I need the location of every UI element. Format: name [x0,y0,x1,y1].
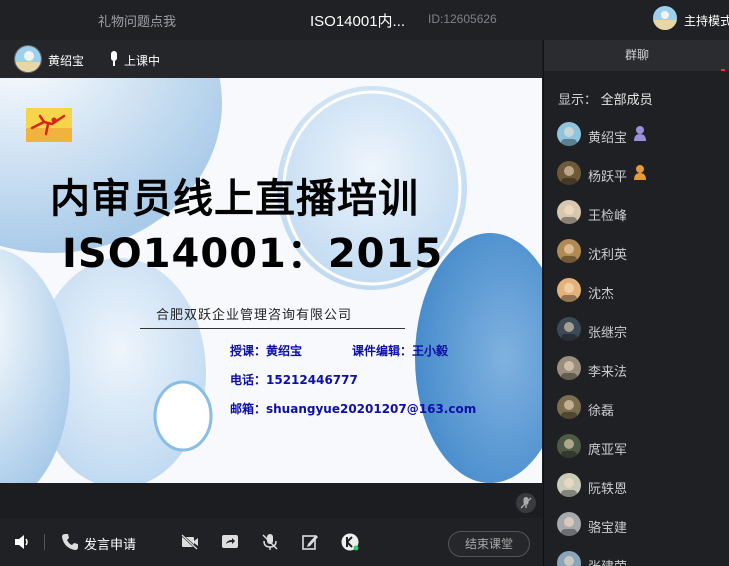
avatar-icon [557,356,581,380]
avatar-beach-icon [15,46,41,72]
presenter-name: 黄绍宝 [48,54,85,68]
host-badge-icon [634,126,646,141]
avatar-icon [557,473,581,497]
host-mode-label[interactable]: 主持模式 [684,12,729,29]
toolbar-separator [44,534,45,550]
member-name: 张建荣 [588,556,627,566]
member-item[interactable]: 黄绍宝 [544,120,729,159]
avatar-icon [557,239,581,263]
slide-subtitle: ISO14001：2015 [62,231,444,277]
tab-group-chat[interactable]: 群聊 [544,40,729,71]
video-header: 黄绍宝 上课中 [0,40,542,78]
member-item[interactable]: 杨跃平 [544,159,729,198]
video-bottom-bar [0,483,542,518]
avatar-icon [557,122,581,146]
microphone-muted-icon[interactable] [260,532,280,552]
dancer-logo-icon [26,108,72,142]
member-filter[interactable]: 显示： 全部成员 [558,89,653,108]
member-item[interactable]: 阮轶恩 [544,471,729,510]
member-item[interactable]: 沈利英 [544,237,729,276]
member-name: 黄绍宝 [588,130,628,145]
member-name: 王检峰 [588,208,628,223]
mute-toggle[interactable] [516,493,536,513]
camera-off-icon[interactable] [180,532,200,552]
member-name: 阮轶恩 [588,481,628,496]
member-item[interactable]: 张建荣 [544,549,729,566]
member-avatar [557,239,581,263]
member-avatar [557,434,581,458]
member-avatar [557,512,581,536]
member-name: 杨跃平 [588,169,628,184]
phone-icon[interactable] [60,532,80,552]
avatar-icon [557,161,581,185]
filter-label: 显示： [558,92,598,107]
slide-background-circles [0,78,542,483]
editor-info: 课件编辑：王小毅 [352,344,449,358]
presentation-slide: 内审员线上直播培训 ISO14001：2015 合肥双跃企业管理咨询有限公司 授… [0,78,542,483]
member-item[interactable]: 王检峰 [544,198,729,237]
member-avatar [557,161,581,185]
top-bar: 礼物问题点我 ISO14001内... ID:12605626 主持模式 [0,0,729,40]
member-avatar [557,278,581,302]
room-id: ID:12605626 [428,12,497,26]
member-item[interactable]: 张继宗 [544,315,729,354]
member-avatar [557,551,581,566]
presenter-avatar [14,45,42,73]
host-avatar[interactable] [653,6,677,30]
teacher-info: 授课：黄绍宝 [230,344,303,358]
app-window: 礼物问题点我 ISO14001内... ID:12605626 主持模式 黄绍宝… [0,0,729,566]
chat-panel: 群聊 显示： 全部成员 黄绍宝杨跃平王检峰沈利英沈杰张继宗李来法徐磊庹亚军阮轶恩… [543,40,729,566]
company-name: 合肥双跃企业管理咨询有限公司 [156,308,353,323]
end-class-button[interactable]: 结束课堂 [448,531,530,557]
avatar-icon [557,551,581,566]
slide-title: 内审员线上直播培训 [50,176,419,222]
member-name: 张继宗 [588,325,628,340]
member-avatar [557,356,581,380]
avatar-icon [557,200,581,224]
member-item[interactable]: 徐磊 [544,393,729,432]
member-name: 沈杰 [588,286,615,301]
screen-share-icon[interactable] [220,532,240,552]
k-app-icon[interactable] [340,532,360,552]
member-avatar [557,200,581,224]
member-item[interactable]: 李来法 [544,354,729,393]
member-list: 黄绍宝杨跃平王检峰沈利英沈杰张继宗李来法徐磊庹亚军阮轶恩骆宝建张建荣 [544,120,729,566]
edit-icon[interactable] [300,532,320,552]
member-avatar [557,473,581,497]
email-info: 邮箱：shuangyue20201207@163.com [230,402,477,416]
microphone-icon [111,51,117,66]
member-name: 李来法 [588,364,628,379]
class-status: 上课中 [124,54,161,68]
apply-speak-button[interactable]: 发言申请 [84,534,136,553]
avatar-icon [557,317,581,341]
microphone-muted-icon [520,497,532,509]
avatar-beach-icon [653,6,677,30]
member-name: 沈利英 [588,247,628,262]
tab-indicator [721,69,725,71]
assistant-badge-icon [634,165,646,180]
avatar-icon [557,512,581,536]
member-avatar [557,395,581,419]
avatar-icon [557,278,581,302]
bottom-toolbar: 发言申请 结束课堂 [0,518,542,566]
speaker-volume-icon[interactable] [12,532,32,552]
gift-help-link[interactable]: 礼物问题点我 [98,11,176,30]
member-item[interactable]: 沈杰 [544,276,729,315]
member-avatar [557,317,581,341]
divider-line [140,328,405,329]
course-title: ISO14001内... [310,13,406,30]
member-name: 庹亚军 [588,442,628,457]
avatar-icon [557,434,581,458]
avatar-icon [557,395,581,419]
member-avatar [557,122,581,146]
filter-value[interactable]: 全部成员 [601,92,653,107]
member-item[interactable]: 庹亚军 [544,432,729,471]
member-name: 骆宝建 [588,520,628,535]
member-name: 徐磊 [588,403,615,418]
phone-info: 电话：15212446777 [230,373,358,387]
member-item[interactable]: 骆宝建 [544,510,729,549]
